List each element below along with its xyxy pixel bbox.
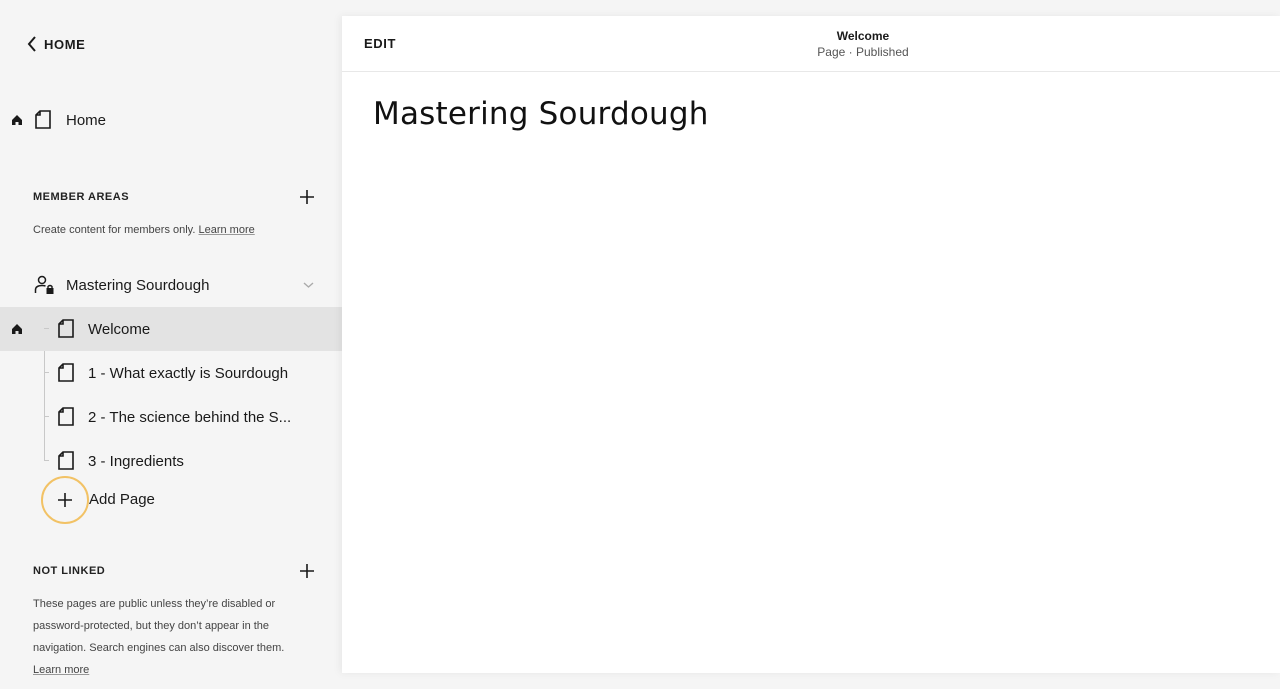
add-member-area-plus-icon[interactable] xyxy=(298,188,316,206)
member-areas-learn-more-link[interactable]: Learn more xyxy=(198,224,254,236)
member-areas-title: MEMBER AREAS xyxy=(33,191,130,203)
not-linked-description-line: These pages are public unless they’re di… xyxy=(33,598,276,610)
sidebar-item-label: 1 - What exactly is Sourdough xyxy=(88,364,289,382)
chevron-left-icon xyxy=(27,36,36,52)
home-icon xyxy=(12,324,22,334)
member-areas-description: Create content for members only. Learn m… xyxy=(33,219,255,241)
chevron-down-icon[interactable] xyxy=(303,281,314,289)
member-area-mastering-sourdough[interactable]: Mastering Sourdough xyxy=(0,263,342,307)
page-icon xyxy=(58,319,74,338)
tree-tick xyxy=(44,416,49,417)
add-page-label[interactable]: Add Page xyxy=(89,491,155,508)
page-status: Page · Published xyxy=(817,45,909,59)
sidebar-item-label: 2 - The science behind the S... xyxy=(88,408,292,426)
content-heading[interactable]: Mastering Sourdough xyxy=(373,96,709,132)
page-icon xyxy=(58,363,74,382)
member-lock-icon xyxy=(34,275,54,294)
home-icon xyxy=(12,115,22,125)
member-area-label: Mastering Sourdough xyxy=(66,276,210,294)
editor-header: EDIT Welcome Page · Published xyxy=(342,16,1280,72)
member-areas-description-text: Create content for members only. xyxy=(33,224,196,236)
page-icon xyxy=(58,451,74,470)
not-linked-title: NOT LINKED xyxy=(33,565,106,577)
sidebar-item-home[interactable]: Home xyxy=(0,98,342,142)
sidebar: HOME Home MEMBER AREAS Create content fo… xyxy=(0,0,342,689)
page-title: Welcome xyxy=(836,29,890,43)
plus-icon xyxy=(58,493,72,507)
sidebar-item-page-2[interactable]: 2 - The science behind the S... xyxy=(0,395,342,439)
page-editor: EDIT Welcome Page · Published Mastering … xyxy=(342,16,1280,673)
sidebar-item-label: 3 - Ingredients xyxy=(88,452,184,470)
sidebar-item-page-3[interactable]: 3 - Ingredients xyxy=(0,439,342,483)
not-linked-description-line: password-protected, but they don’t appea… xyxy=(33,620,270,632)
tree-tick xyxy=(44,328,49,329)
add-page-button[interactable] xyxy=(41,476,89,524)
not-linked-description-line: navigation. Search engines can also disc… xyxy=(33,642,285,654)
sidebar-item-welcome[interactable]: Welcome xyxy=(0,307,342,351)
sidebar-item-label: Home xyxy=(66,111,107,129)
back-home-label: HOME xyxy=(44,36,86,52)
not-linked-learn-more-link[interactable]: Learn more xyxy=(33,664,89,676)
tree-tick xyxy=(44,372,49,373)
page-icon xyxy=(35,110,51,129)
add-not-linked-plus-icon[interactable] xyxy=(298,562,316,580)
page-icon xyxy=(58,407,74,426)
tree-tick xyxy=(44,460,49,461)
sidebar-item-label: Welcome xyxy=(88,320,151,338)
back-home-button[interactable]: HOME xyxy=(26,34,85,54)
sidebar-item-page-1[interactable]: 1 - What exactly is Sourdough xyxy=(0,351,342,395)
not-linked-description: These pages are public unless they’re di… xyxy=(33,593,284,681)
